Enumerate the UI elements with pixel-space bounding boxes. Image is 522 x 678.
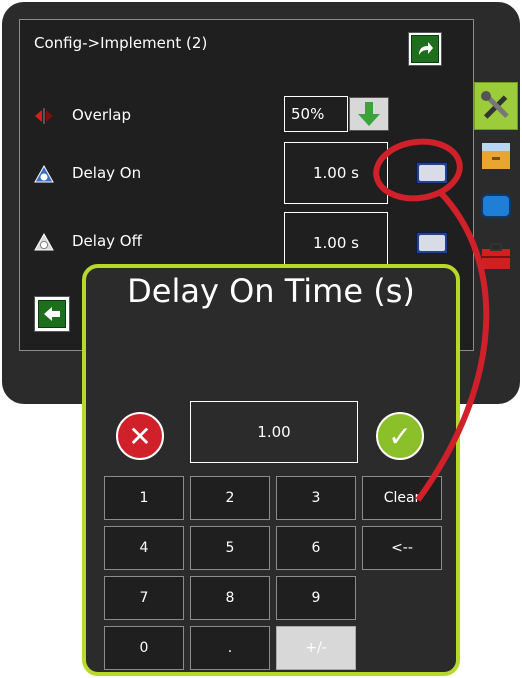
- key-1[interactable]: 1: [104, 476, 184, 520]
- keyboard-icon: [419, 165, 445, 181]
- toolbox-icon: [482, 243, 510, 269]
- key-plus-minus: +/-: [276, 626, 356, 670]
- close-icon: ✕: [128, 419, 152, 453]
- back-button[interactable]: [34, 296, 70, 332]
- display-icon: [481, 194, 511, 218]
- redo-arrow-icon: [411, 35, 439, 63]
- tools-icon: [481, 91, 509, 119]
- next-page-button[interactable]: [408, 32, 442, 66]
- key-6[interactable]: 6: [276, 526, 356, 570]
- overlap-icon: [35, 108, 53, 124]
- dialog-title: Delay On Time (s): [127, 272, 415, 310]
- checkmark-icon: ✓: [388, 419, 412, 453]
- numeric-keypad-dialog: Delay On Time (s) ✕ 1.00 ✓ 1 2 3 Clear 4…: [82, 264, 460, 676]
- delay-off-label: Delay Off: [72, 232, 142, 250]
- backspace-button[interactable]: <--: [362, 526, 442, 570]
- key-5[interactable]: 5: [190, 526, 270, 570]
- accept-button[interactable]: ✓: [376, 412, 424, 460]
- delay-off-value: 1.00 s: [313, 234, 359, 252]
- key-9[interactable]: 9: [276, 576, 356, 620]
- key-3[interactable]: 3: [276, 476, 356, 520]
- value-display: 1.00: [190, 401, 358, 463]
- overlap-select[interactable]: 50%: [284, 96, 348, 132]
- key-2[interactable]: 2: [190, 476, 270, 520]
- overlap-value: 50%: [291, 105, 325, 123]
- tab-tools[interactable]: [474, 82, 518, 130]
- keyboard-icon: [419, 235, 445, 251]
- delay-off-keyboard-button[interactable]: [416, 232, 448, 254]
- down-arrow-icon: [358, 102, 380, 126]
- tab-toolbox[interactable]: [474, 232, 518, 280]
- tab-display[interactable]: [474, 182, 518, 230]
- clear-button[interactable]: Clear: [362, 476, 442, 520]
- key-4[interactable]: 4: [104, 526, 184, 570]
- delay-on-icon: [34, 164, 54, 183]
- overlap-label: Overlap: [72, 106, 131, 124]
- delay-on-keyboard-button[interactable]: [416, 162, 448, 184]
- delay-off-icon: [34, 232, 54, 251]
- key-0[interactable]: 0: [104, 626, 184, 670]
- dialog-value: 1.00: [257, 423, 291, 441]
- page-title: Config->Implement (2): [34, 34, 208, 52]
- delay-on-value: 1.00 s: [313, 164, 359, 182]
- key-7[interactable]: 7: [104, 576, 184, 620]
- delay-on-label: Delay On: [72, 164, 142, 182]
- cancel-button[interactable]: ✕: [116, 412, 164, 460]
- cabinet-icon: [482, 143, 510, 169]
- key-decimal[interactable]: .: [190, 626, 270, 670]
- delay-on-field[interactable]: 1.00 s: [284, 142, 388, 204]
- left-arrow-icon: [38, 300, 66, 328]
- tab-console[interactable]: [474, 132, 518, 180]
- overlap-dropdown-button[interactable]: [349, 97, 389, 131]
- key-8[interactable]: 8: [190, 576, 270, 620]
